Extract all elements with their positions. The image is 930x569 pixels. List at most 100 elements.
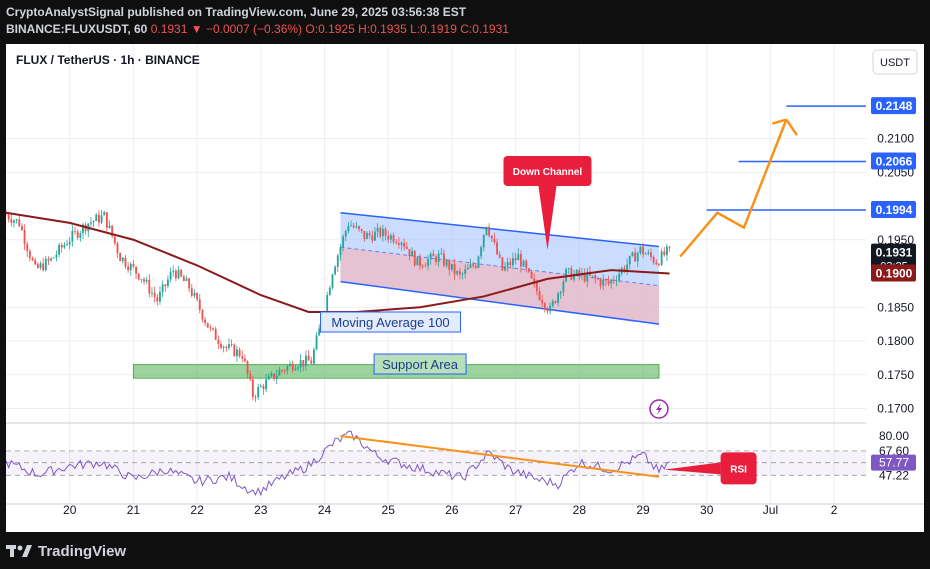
candle-body-up bbox=[185, 278, 188, 282]
tradingview-brand[interactable]: TradingView bbox=[38, 543, 126, 560]
candle-body-up bbox=[477, 256, 480, 268]
candle-body-down bbox=[148, 279, 151, 294]
candle-body-up bbox=[567, 268, 570, 269]
candle-body-down bbox=[458, 271, 461, 275]
time-axis-tick-label: 25 bbox=[382, 503, 396, 517]
candle-body-down bbox=[554, 301, 557, 303]
time-axis-tick-label: 21 bbox=[127, 503, 141, 517]
time-axis-tick-label: Jul bbox=[763, 503, 778, 517]
candle-body-up bbox=[92, 221, 95, 223]
candle-body-down bbox=[525, 260, 528, 269]
candle-body-up bbox=[15, 219, 18, 221]
candle-body-down bbox=[371, 235, 374, 241]
ohlc-close: C:0.1931 bbox=[460, 22, 509, 36]
candle-body-down bbox=[535, 282, 538, 292]
candle-body-down bbox=[262, 386, 265, 390]
candle-body-down bbox=[28, 251, 31, 259]
candle-body-up bbox=[172, 270, 175, 273]
candle-body-down bbox=[238, 349, 241, 357]
candle-body-up bbox=[631, 252, 634, 256]
candle-body-down bbox=[47, 258, 50, 261]
candle-body-up bbox=[328, 287, 331, 296]
currency-button-label[interactable]: USDT bbox=[880, 57, 910, 69]
candle-body-down bbox=[496, 242, 498, 255]
candle-body-up bbox=[660, 251, 663, 265]
candle-body-up bbox=[121, 257, 124, 262]
candle-body-down bbox=[307, 355, 310, 361]
candle-body-up bbox=[342, 236, 345, 247]
candle-body-up bbox=[445, 260, 448, 266]
candle-body-up bbox=[480, 247, 483, 257]
candle-body-down bbox=[204, 319, 207, 323]
candle-body-down bbox=[18, 219, 21, 227]
candle-body-down bbox=[97, 214, 100, 223]
time-axis-tick-label: 28 bbox=[573, 503, 587, 517]
candle-body-down bbox=[509, 262, 512, 266]
candle-body-up bbox=[347, 225, 350, 232]
candle-body-down bbox=[652, 256, 655, 263]
candle-body-up bbox=[13, 220, 15, 223]
candle-body-up bbox=[108, 225, 111, 228]
candle-body-down bbox=[384, 228, 387, 236]
candle-body-down bbox=[594, 275, 597, 279]
candle-body-up bbox=[270, 373, 273, 376]
down-channel-label: Down Channel bbox=[513, 167, 583, 178]
candle-body-up bbox=[129, 263, 132, 271]
candle-body-up bbox=[549, 305, 552, 312]
candle-body-up bbox=[177, 269, 180, 279]
tradingview-logo-icon bbox=[6, 545, 32, 557]
candle-body-down bbox=[74, 230, 76, 232]
candle-body-down bbox=[607, 280, 610, 284]
candle-body-down bbox=[612, 280, 615, 281]
candle-body-down bbox=[230, 344, 233, 345]
candle-body-up bbox=[159, 291, 161, 302]
candle-body-up bbox=[145, 279, 148, 282]
candle-body-up bbox=[334, 266, 337, 275]
candle-body-down bbox=[387, 235, 390, 240]
candle-body-up bbox=[344, 231, 347, 237]
candle-body-up bbox=[626, 264, 629, 271]
candle-body-up bbox=[100, 215, 103, 223]
candle-body-down bbox=[527, 268, 530, 272]
candle-body-down bbox=[413, 251, 416, 266]
candle-body-up bbox=[161, 284, 164, 292]
candle-body-down bbox=[474, 265, 477, 268]
time-axis-tick-label: 26 bbox=[445, 503, 459, 517]
candle-body-down bbox=[212, 327, 214, 329]
candle-body-up bbox=[326, 295, 329, 314]
candle-body-down bbox=[302, 360, 305, 366]
candle-body-up bbox=[381, 228, 384, 237]
candle-body-down bbox=[448, 260, 451, 270]
candle-body-down bbox=[34, 260, 37, 265]
candle-body-down bbox=[281, 369, 283, 371]
candle-body-up bbox=[275, 375, 278, 379]
candle-body-down bbox=[397, 243, 400, 245]
price-label-value: 0.1994 bbox=[876, 203, 913, 217]
candle-body-up bbox=[39, 263, 42, 268]
candle-body-up bbox=[562, 281, 565, 292]
candle-body-down bbox=[174, 270, 177, 279]
candle-body-down bbox=[241, 356, 244, 359]
candle-body-up bbox=[68, 241, 71, 245]
candle-body-up bbox=[575, 270, 578, 274]
chart-frame[interactable]: Down Channel Moving Average 100 Support Ar… bbox=[6, 44, 924, 532]
candle-body-up bbox=[278, 369, 281, 376]
candle-body-up bbox=[665, 246, 668, 256]
candle-body-up bbox=[429, 253, 432, 260]
candle-body-up bbox=[366, 233, 368, 240]
candle-body-up bbox=[389, 235, 392, 240]
candle-body-up bbox=[228, 344, 230, 348]
candle-body-up bbox=[55, 254, 58, 258]
candle-body-down bbox=[233, 344, 236, 357]
price-chart[interactable]: Down Channel Moving Average 100 Support Ar… bbox=[6, 44, 924, 532]
candle-body-up bbox=[591, 275, 594, 277]
footer: TradingView bbox=[6, 540, 126, 562]
candle-body-up bbox=[376, 227, 379, 232]
price-axis-tick-label: 0.1700 bbox=[877, 402, 914, 416]
candle-body-up bbox=[416, 257, 419, 266]
candle-body-down bbox=[156, 297, 159, 302]
candle-body-up bbox=[305, 355, 307, 366]
candle-body-down bbox=[435, 256, 437, 262]
candle-body-up bbox=[297, 367, 299, 369]
candle-body-up bbox=[628, 255, 631, 265]
